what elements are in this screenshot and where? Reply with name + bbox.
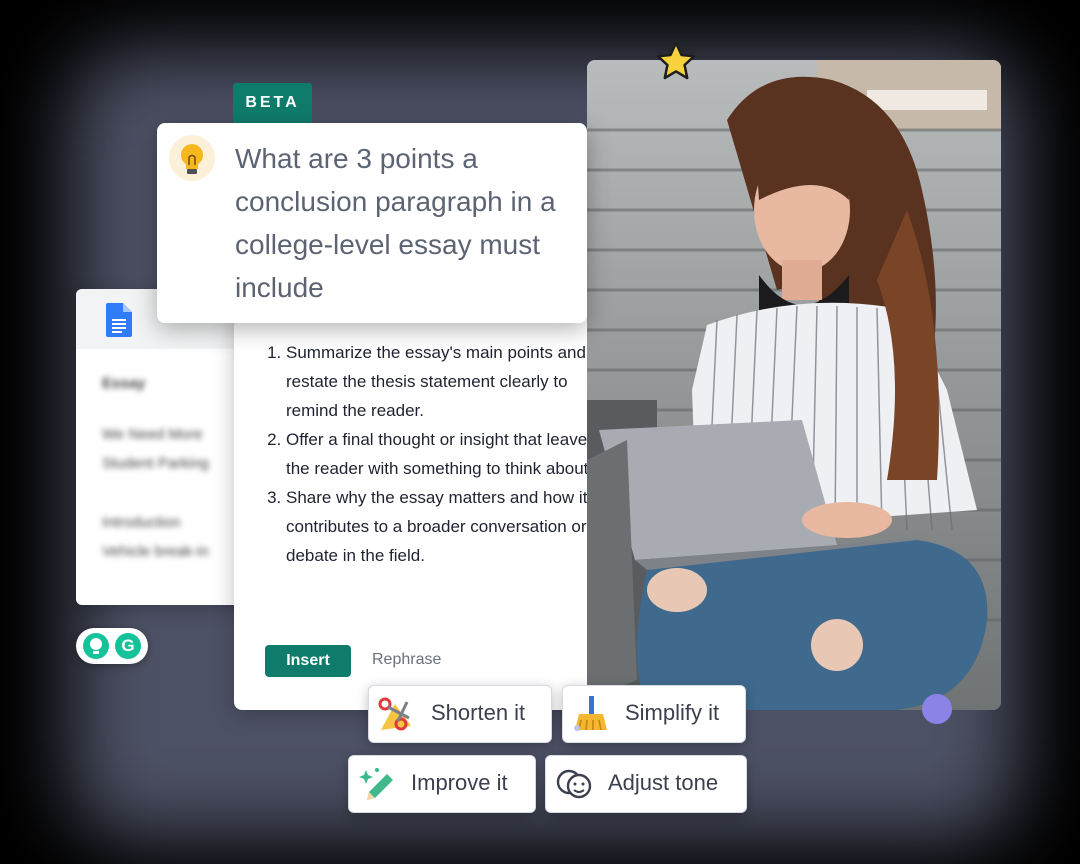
assistant-icon[interactable] — [83, 633, 109, 659]
student-photo — [587, 60, 1001, 710]
broom-icon — [574, 696, 607, 731]
answer-point: Offer a final thought or insight that le… — [286, 425, 596, 483]
doc-line: Introduction — [102, 514, 181, 531]
student-with-laptop-image — [587, 60, 1001, 710]
lightbulb-icon — [169, 135, 215, 181]
google-docs-icon — [106, 303, 132, 337]
beta-badge: BETA — [233, 83, 312, 123]
answer-list: Summarize the essay's main points and re… — [266, 338, 596, 570]
improve-label: Improve it — [411, 770, 508, 795]
accent-dot — [922, 694, 952, 724]
adjust-tone-button[interactable]: Adjust tone — [545, 755, 747, 813]
masks-icon — [556, 769, 592, 799]
adjust-tone-label: Adjust tone — [608, 770, 719, 795]
grammarly-widget[interactable]: G — [76, 628, 148, 664]
prompt-card: What are 3 points a conclusion paragraph… — [157, 123, 587, 323]
improve-button[interactable]: Improve it — [348, 755, 536, 813]
shorten-label: Shorten it — [431, 700, 526, 725]
scissors-icon — [378, 697, 411, 731]
simplify-button[interactable]: Simplify it — [562, 685, 746, 743]
shorten-button[interactable]: Shorten it — [368, 685, 552, 743]
insert-button[interactable]: Insert — [265, 645, 351, 677]
doc-title: Essay — [102, 375, 146, 392]
prompt-text: What are 3 points a conclusion paragraph… — [235, 143, 556, 303]
pencil-sparkle-icon — [359, 768, 393, 800]
answer-point: Summarize the essay's main points and re… — [286, 338, 596, 425]
star-icon — [656, 41, 696, 80]
doc-line: We Need More — [102, 426, 203, 443]
grammarly-logo-icon[interactable]: G — [115, 633, 141, 659]
rephrase-button[interactable]: Rephrase — [372, 651, 441, 669]
doc-line: Student Parking — [102, 455, 209, 472]
simplify-label: Simplify it — [625, 700, 720, 725]
answer-point: Share why the essay matters and how it c… — [286, 483, 596, 570]
doc-line: Vehicle break-in — [102, 543, 209, 560]
answer-card: Summarize the essay's main points and re… — [234, 300, 596, 710]
